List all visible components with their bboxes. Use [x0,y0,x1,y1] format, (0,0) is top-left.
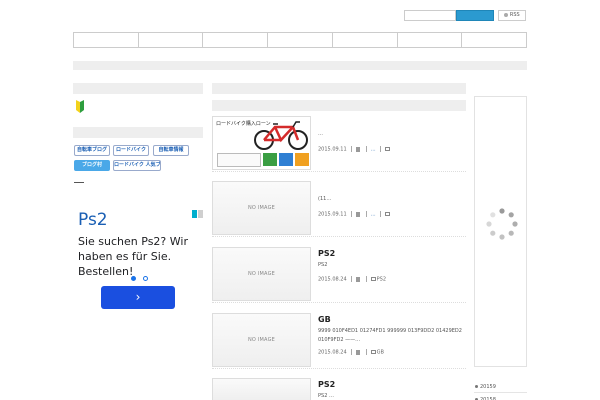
post-item[interactable]: NO IMAGE GB 9999 010F4ED1 01274FD1 99999… [212,313,466,369]
archive-label: 20159 [480,384,496,390]
post-item[interactable]: NO IMAGE (11… 2015.09.11 … [212,181,466,237]
archive-item[interactable]: 20158 [474,394,527,400]
ad-dot-1[interactable] [131,276,136,281]
ad-dot-2[interactable] [143,276,148,281]
post-date: 2015.08.24 [318,349,347,356]
nav-item-7[interactable] [462,33,526,47]
banner-blogmura[interactable]: ブログ村 [74,160,110,171]
banner-roadbike-ranking[interactable]: ロードバイク 人気ブログランキング [113,160,161,171]
nav-item-2[interactable] [139,33,204,47]
post-excerpt: PS2 … [318,393,334,399]
breadcrumb [73,61,527,70]
folder-icon [355,276,360,282]
thumb-chip-orange [295,153,309,166]
post-title[interactable]: PS2 [318,249,335,258]
post-comments[interactable]: … [371,147,376,153]
post-excerpt: … [318,131,323,137]
banner-roadbike[interactable]: ロードバイク [113,145,149,156]
ad-body[interactable]: Sie suchen Ps2? Wir haben es für Sie. Be… [78,234,200,279]
nav-item-1[interactable] [74,33,139,47]
nav-item-4[interactable] [268,33,333,47]
sidebar-heading-ranking [73,127,203,138]
post-excerpt: PS2 [318,262,328,268]
post-tags[interactable]: PS2 [377,277,386,283]
search-button[interactable] [456,10,494,21]
post-meta: 2015.09.11 … [318,211,391,218]
nav-item-6[interactable] [398,33,463,47]
loading-spinner-icon [486,208,518,240]
post-thumbnail[interactable]: NO IMAGE [212,247,311,301]
tag-icon [384,147,390,151]
rss-label: RSS [509,12,520,18]
post-thumbnail[interactable] [212,378,311,400]
rss-link[interactable]: RSS [498,10,526,21]
bullet-icon [475,385,478,388]
post-comments[interactable]: … [371,212,376,218]
post-meta: 2015.09.11 … [318,146,391,153]
ad-title[interactable]: Ps2 [78,210,108,230]
thumb-table [217,153,261,167]
no-image-label: NO IMAGE [247,337,276,343]
folder-icon [355,146,360,152]
main-heading-top [212,83,466,94]
roadbike-image [254,121,308,150]
divider [74,182,84,183]
post-thumbnail[interactable]: ロードバイク購入ローン [212,116,311,170]
adchoices-icon[interactable] [192,210,203,218]
post-meta: 2015.08.24 GB [318,349,384,356]
tag-icon [370,277,376,281]
post-title[interactable]: PS2 [318,380,335,389]
post-date: 2015.09.11 [318,211,347,218]
ad-pagination[interactable] [131,276,148,281]
post-excerpt: 9999 010F4ED1 01274FD1 999999 013F9DD2 0… [318,328,462,343]
folder-icon [355,211,360,217]
post-meta: 2015.08.24 PS2 [318,276,386,283]
banner-jitensha-info[interactable]: 自転車情報 [153,145,189,156]
thumb-chip-green [263,153,277,166]
nav-item-3[interactable] [203,33,269,47]
search-input[interactable] [404,10,456,21]
post-tags[interactable]: GB [377,350,384,356]
no-image-label: NO IMAGE [247,205,276,211]
post-title[interactable]: GB [318,315,331,324]
thumb-chip-blue [279,153,293,166]
post-item[interactable]: ロードバイク購入ローン … 2015.09.11 … [212,116,466,172]
post-date: 2015.09.11 [318,146,347,153]
post-item[interactable]: NO IMAGE PS2 PS2 2015.08.24 PS2 [212,247,466,303]
global-nav [73,32,527,48]
post-thumbnail[interactable]: NO IMAGE [212,181,311,235]
post-item[interactable]: PS2 PS2 … [212,378,466,400]
tag-icon [384,212,390,216]
no-image-label: NO IMAGE [247,271,276,277]
banner-jitensha-blog[interactable]: 自転車ブログ [74,145,110,156]
sidebar-heading-profile [73,83,203,94]
ad-next-button[interactable]: › [101,286,175,309]
folder-icon [355,349,360,355]
main-heading-new-posts [212,100,466,111]
tag-icon [370,350,376,354]
rss-icon [504,12,509,17]
beginner-mark-icon [76,100,84,113]
post-thumbnail[interactable]: NO IMAGE [212,313,311,367]
post-excerpt: (11… [318,196,332,202]
archive-item[interactable]: 20159 [474,381,527,393]
nav-item-5[interactable] [333,33,398,47]
post-date: 2015.08.24 [318,276,347,283]
